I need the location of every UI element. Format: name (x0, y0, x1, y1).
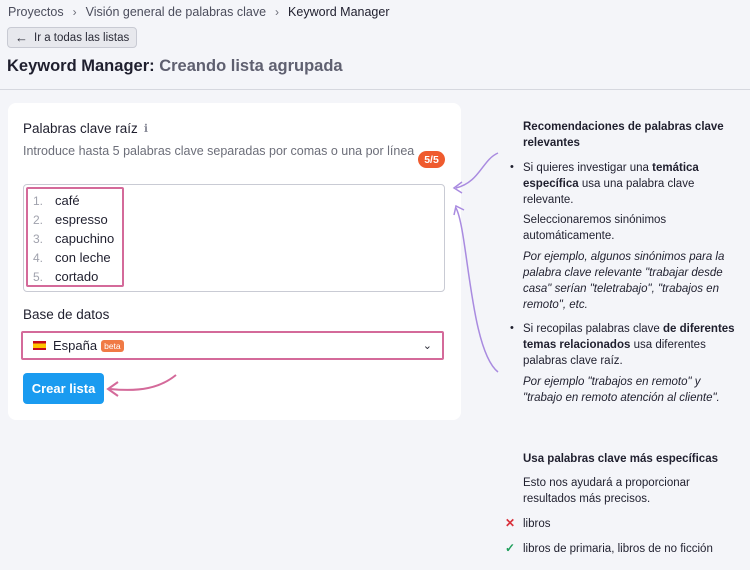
breadcrumb: Proyectos › Visión general de palabras c… (8, 5, 390, 19)
cross-icon: ✕ (505, 516, 516, 530)
tips-arrow-bottom (455, 207, 499, 373)
good-example-text: libros de primaria, libros de no ficción (523, 543, 713, 555)
breadcrumb-item-overview[interactable]: Visión general de palabras clave (86, 5, 266, 19)
keyword-text: cortado (55, 269, 99, 284)
info-icon[interactable]: ℹ (144, 122, 148, 135)
database-label: Base de datos (23, 307, 110, 322)
recommendations-title: Recomendaciones de palabras clave releva… (523, 121, 724, 149)
tips-arrow-top (455, 152, 499, 189)
chevron-right-icon: › (275, 5, 280, 19)
database-selected-value: España (53, 338, 98, 353)
tip-synonyms-example: Por ejemplo, algunos sinónimos para la p… (523, 251, 725, 311)
page-title-main: Keyword Manager: (7, 57, 155, 75)
beta-badge: beta (101, 339, 124, 352)
line-number: 4. (33, 250, 44, 265)
list-item: 3. capuchino (33, 229, 114, 248)
create-list-button[interactable]: Crear lista (23, 373, 104, 404)
tip-related-topics: Si recopilas palabras clave de diferente… (523, 321, 738, 369)
line-number: 1. (33, 193, 44, 208)
line-number: 5. (33, 269, 44, 284)
chevron-right-icon: › (72, 5, 77, 19)
bullet-icon: • (510, 161, 514, 173)
arrow-left-icon: ← (15, 30, 28, 45)
keyword-text: con leche (55, 250, 111, 265)
page-title-sub: Creando lista agrupada (159, 57, 343, 75)
header-divider (0, 89, 750, 90)
list-item: 5. cortado (33, 267, 98, 286)
tip-specific-topic: Si quieres investigar una temática espec… (523, 160, 738, 208)
database-select[interactable]: España beta ⌄ (21, 331, 444, 360)
line-number: 3. (33, 231, 44, 246)
page-title: Keyword Manager: Creando lista agrupada (7, 57, 343, 76)
tip-synonyms: Seleccionaremos sinónimos automáticament… (523, 214, 667, 242)
bullet-icon: • (510, 322, 514, 334)
spain-flag-icon (33, 341, 46, 350)
chevron-down-icon: ⌄ (422, 340, 432, 352)
breadcrumb-item-proyectos[interactable]: Proyectos (8, 5, 64, 19)
keyword-text: café (55, 193, 80, 208)
list-item: 1. café (33, 191, 80, 210)
specific-keywords-desc: Esto nos ayudará a proporcionar resultad… (523, 477, 690, 505)
keyword-text: espresso (55, 212, 108, 227)
back-to-lists-label: Ir a todas las listas (34, 31, 130, 44)
keyword-text: capuchino (55, 231, 115, 246)
seed-keywords-label: Palabras clave raíz ℹ (23, 121, 148, 136)
tip1-text-pre: Si quieres investigar una (523, 162, 653, 174)
seed-keywords-label-text: Palabras clave raíz (23, 121, 138, 136)
line-number: 2. (33, 212, 44, 227)
check-icon: ✓ (505, 541, 516, 555)
seed-keywords-hint: Introduce hasta 5 palabras clave separad… (23, 144, 415, 158)
bad-example-text: libros (523, 518, 551, 530)
keyword-counter-badge: 5/5 (418, 151, 445, 168)
tip2-text-pre: Si recopilas palabras clave (523, 323, 663, 335)
list-item: 2. espresso (33, 210, 108, 229)
back-to-lists-button[interactable]: ← Ir a todas las listas (7, 27, 138, 48)
breadcrumb-item-current: Keyword Manager (288, 5, 390, 19)
tip-related-example: Por ejemplo "trabajos en remoto" y "trab… (523, 376, 720, 404)
list-item: 4. con leche (33, 248, 111, 267)
specific-keywords-title: Usa palabras clave más específicas (523, 453, 718, 465)
